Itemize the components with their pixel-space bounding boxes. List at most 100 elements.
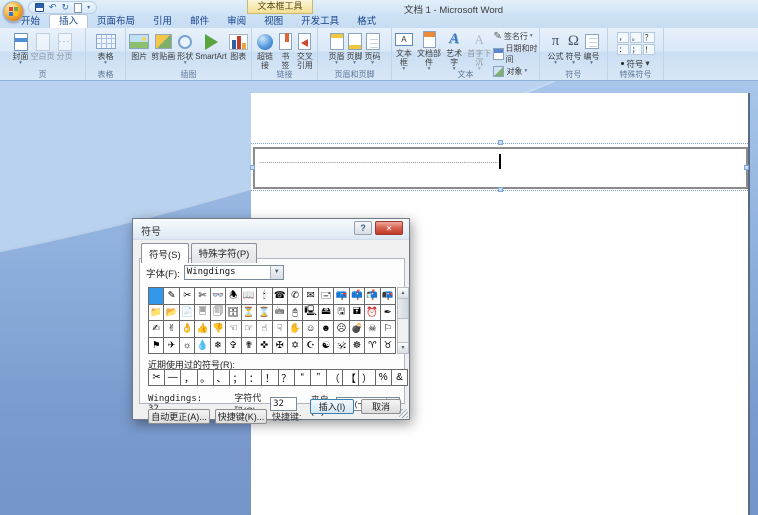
chart-button[interactable]: 图表 [228, 30, 249, 72]
symbol-cell[interactable]: ☞ [242, 321, 257, 338]
recent-symbol-cell[interactable]: ， [181, 370, 197, 386]
symbol-cell[interactable]: ✋ [288, 321, 303, 338]
symbol-cell[interactable]: ✟ [242, 338, 257, 355]
recent-symbol-cell[interactable]: “ [295, 370, 311, 386]
symbol-cell[interactable]: 🖰 [288, 305, 303, 322]
recent-symbol-cell[interactable]: & [392, 370, 408, 386]
recent-symbol-cell[interactable]: ； [230, 370, 246, 386]
shortcut-key-button[interactable]: 快捷键(K)... [215, 409, 267, 424]
symbol-cell[interactable]: ⚑ [149, 338, 164, 355]
symbol-cell[interactable]: ☟ [273, 321, 288, 338]
cancel-button[interactable]: 取消 [361, 399, 401, 414]
symbol-cell[interactable]: ☸ [350, 338, 365, 355]
symbol-cell[interactable]: 👎 [211, 321, 226, 338]
scroll-up-icon[interactable]: ▲ [398, 288, 408, 299]
special-symbol-mini-button[interactable]: ； [630, 44, 642, 55]
equation-button[interactable]: π 公式 ▾ [547, 30, 565, 72]
symbol-cell[interactable]: ☠ [365, 321, 380, 338]
undo-icon[interactable]: ↶ [49, 3, 57, 12]
symbol-cell[interactable]: 📖 [242, 288, 257, 305]
symbol-cell[interactable]: 🖴 [319, 305, 334, 322]
symbol-cell[interactable]: ☼ [180, 338, 195, 355]
symbol-cell[interactable]: ✒ [381, 305, 396, 322]
recent-symbol-cell[interactable]: — [165, 370, 181, 386]
resize-handle-left[interactable] [250, 165, 255, 170]
recent-symbol-cell[interactable]: 【 [343, 370, 359, 386]
resize-grip[interactable] [399, 409, 408, 418]
special-symbol-mini-button[interactable]: 。 [630, 32, 642, 43]
symbol-cell[interactable]: 🕭 [226, 288, 241, 305]
symbol-cell[interactable]: ☪ [303, 338, 318, 355]
tab-format[interactable]: 格式 [348, 15, 385, 28]
special-symbol-mini-button[interactable]: ！ [643, 44, 655, 55]
tab-view[interactable]: 视图 [255, 15, 292, 28]
scrollbar-thumb[interactable] [398, 299, 408, 319]
symbol-cell[interactable]: ☻ [319, 321, 334, 338]
symbol-cell[interactable]: 👍 [195, 321, 210, 338]
symbol-cell[interactable]: ✆ [288, 288, 303, 305]
symbol-cell[interactable]: 💧 [195, 338, 210, 355]
header-button[interactable]: 页眉 ▾ [328, 30, 346, 72]
signature-line-button[interactable]: ✎ 签名行 ▾ [493, 31, 538, 42]
symbol-cell[interactable] [149, 288, 164, 305]
symbol-cell[interactable]: ☜ [226, 321, 241, 338]
symbol-cell[interactable]: ✂ [180, 288, 195, 305]
tab-review[interactable]: 审阅 [218, 15, 255, 28]
recent-symbol-cell[interactable]: 、 [214, 370, 230, 386]
shapes-button[interactable]: 形状 ▾ [176, 30, 194, 72]
symbol-cell[interactable]: ☝ [257, 321, 272, 338]
redo-icon[interactable]: ↻ [62, 3, 70, 12]
recent-symbol-cell[interactable]: ” [311, 370, 327, 386]
smartart-button[interactable]: SmartArt [194, 30, 228, 72]
symbol-cell[interactable]: 📪 [334, 288, 349, 305]
qat-more-icon[interactable]: ▾ [87, 4, 90, 11]
symbol-cell[interactable]: ☎ [273, 288, 288, 305]
tab-references[interactable]: 引用 [144, 15, 181, 28]
recent-symbol-cell[interactable]: ？ [279, 370, 295, 386]
tab-mailings[interactable]: 邮件 [181, 15, 218, 28]
special-symbol-mini-button[interactable]: ： [617, 44, 629, 55]
special-symbol-mini-button[interactable]: ？ [643, 32, 655, 43]
symbol-cell[interactable]: ✡ [288, 338, 303, 355]
symbol-cell[interactable]: ✞ [226, 338, 241, 355]
footer-button[interactable]: 页脚 ▾ [346, 30, 364, 72]
symbol-button[interactable]: Ω 符号 ▾ [565, 30, 583, 72]
symbol-cell[interactable]: 🖫 [334, 305, 349, 322]
symbol-cell[interactable]: 🗄 [226, 305, 241, 322]
save-icon[interactable] [35, 3, 44, 12]
symbol-cell[interactable]: ✠ [273, 338, 288, 355]
symbol-cell[interactable]: ✌ [164, 321, 179, 338]
symbol-cell[interactable]: 📫 [350, 288, 365, 305]
symbol-cell[interactable]: ☺ [303, 321, 318, 338]
special-symbol-button[interactable]: 符号 ▾ [621, 58, 649, 70]
resize-handle-top[interactable] [498, 140, 503, 145]
print-preview-icon[interactable] [74, 3, 82, 13]
symbol-cell[interactable]: 🗐 [211, 305, 226, 322]
tab-special-characters[interactable]: 特殊字符(P) [191, 243, 258, 263]
number-button[interactable]: 编号 ▾ [583, 30, 601, 72]
symbol-cell[interactable]: 📂 [164, 305, 179, 322]
tab-symbols[interactable]: 符号(S) [141, 243, 189, 263]
bookmark-button[interactable]: 书签 [277, 30, 294, 72]
resize-handle-bottom[interactable] [498, 187, 503, 192]
help-button[interactable]: ? [354, 221, 372, 235]
recent-symbol-cell[interactable]: ✂ [149, 370, 165, 386]
cross-reference-button[interactable]: 交叉引用 [294, 30, 316, 72]
blank-page-button[interactable]: 空白页 [30, 30, 56, 72]
recent-symbol-cell[interactable]: （ [327, 370, 343, 386]
tab-insert[interactable]: 插入 [49, 14, 88, 28]
symbol-cell[interactable]: 🗏 [195, 305, 210, 322]
symbol-cell[interactable]: 🕉 [334, 338, 349, 355]
symbol-cell[interactable]: ⚐ [381, 321, 396, 338]
tab-page-layout[interactable]: 页面布局 [88, 15, 144, 28]
symbol-cell[interactable]: 🖳 [303, 305, 318, 322]
page-number-button[interactable]: 页码 ▾ [364, 30, 382, 72]
symbol-cell[interactable]: 🖬 [350, 305, 365, 322]
symbol-cell[interactable]: ⏳ [242, 305, 257, 322]
symbol-cell[interactable]: 📬 [365, 288, 380, 305]
autocorrect-button[interactable]: 自动更正(A)... [148, 409, 210, 424]
recent-symbol-cell[interactable]: % [376, 370, 392, 386]
symbol-cell[interactable]: ♉ [381, 338, 396, 355]
symbol-cell[interactable]: ☹ [334, 321, 349, 338]
insert-button[interactable]: 插入(I) [310, 399, 354, 414]
